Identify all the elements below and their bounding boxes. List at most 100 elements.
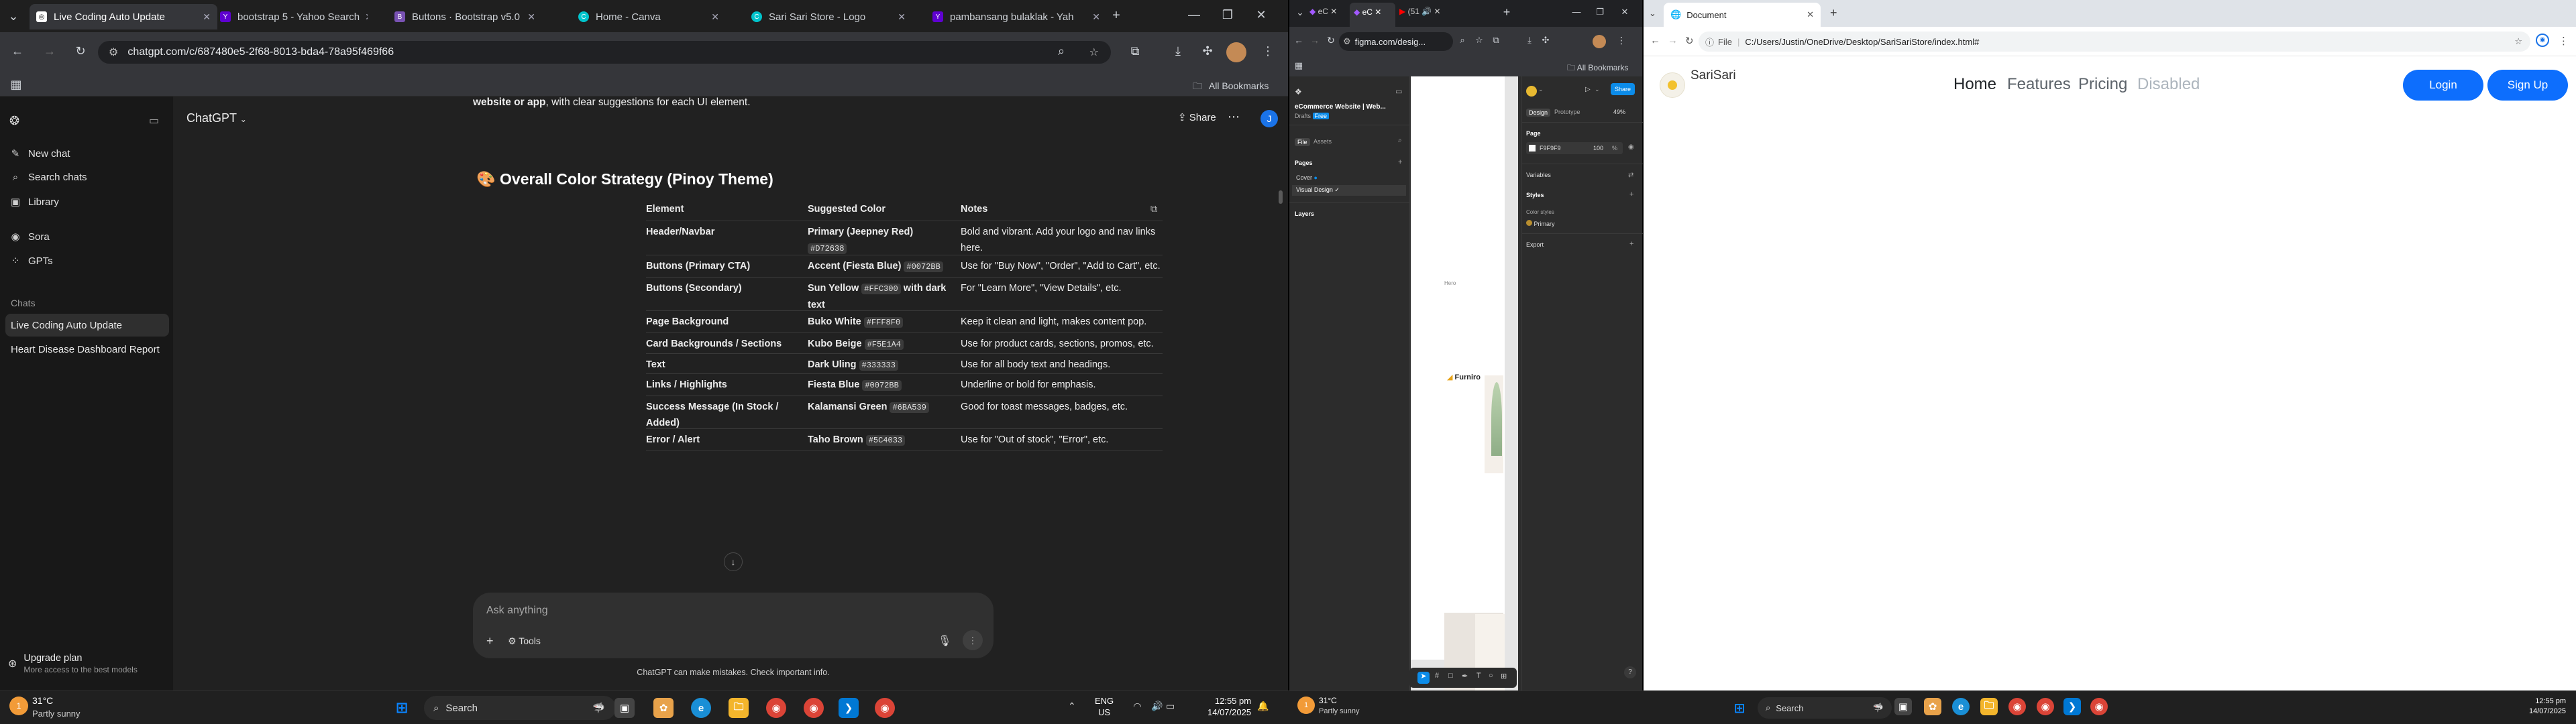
add-style-icon[interactable]: + xyxy=(1629,190,1633,198)
taskbar-search[interactable]: ⌕ Search 🦈 xyxy=(1758,697,1892,719)
page-color-field[interactable]: F9F9F9 100 % xyxy=(1526,142,1623,154)
windows-start-icon[interactable]: ⊞ xyxy=(1729,698,1750,718)
close-tab-icon[interactable]: ✕ xyxy=(360,11,368,23)
new-tab-icon[interactable]: + xyxy=(1830,6,1837,20)
forward-icon[interactable]: → xyxy=(1668,35,1678,46)
weather-icon[interactable]: 1 xyxy=(9,697,28,715)
model-selector[interactable]: ChatGPT ⌄ xyxy=(186,111,247,125)
voice-mode-button[interactable]: ⋮ xyxy=(963,630,983,650)
sidebar-item-sora[interactable]: ◉ Sora xyxy=(9,231,49,243)
chat-history-item[interactable]: Heart Disease Dashboard Report xyxy=(5,338,169,361)
bookmark-star-icon[interactable]: ☆ xyxy=(1089,46,1099,59)
extensions-icon[interactable]: ⧉ xyxy=(1491,35,1501,46)
tab-design[interactable]: Design xyxy=(1526,109,1551,117)
nav-home[interactable]: Home xyxy=(1953,75,1996,94)
battery-icon[interactable]: ▭ xyxy=(1166,701,1175,712)
edge-icon[interactable]: e xyxy=(1952,698,1970,715)
bookmark-star-icon[interactable]: ☆ xyxy=(2514,36,2522,47)
text-tool-icon[interactable]: T xyxy=(1477,672,1481,680)
tools-button[interactable]: ⚙ Tools xyxy=(508,636,541,647)
share-button[interactable]: Share xyxy=(1611,83,1635,95)
tab-sari-sari-logo[interactable]: C Sari Sari Store - Logo ✕ xyxy=(745,4,912,29)
close-window-icon[interactable]: ✕ xyxy=(1253,8,1269,22)
brand-logo[interactable] xyxy=(1660,72,1685,98)
figma-menu-icon[interactable]: ❖ xyxy=(1295,87,1302,97)
sidebar-item-library[interactable]: ▣ Library xyxy=(9,196,59,208)
panel-toggle-icon[interactable]: ▭ xyxy=(1395,87,1402,96)
present-icon[interactable]: ▷ xyxy=(1585,86,1591,93)
comment-tool-icon[interactable]: ○ xyxy=(1489,672,1493,680)
close-tab-icon[interactable]: ✕ xyxy=(522,11,535,23)
tab-bootstrap-buttons[interactable]: B Buttons · Bootstrap v5.0 ✕ xyxy=(388,4,542,29)
address-bar[interactable]: ⚙ chatgpt.com/c/687480e5-2f68-8013-bda4-… xyxy=(98,41,1111,64)
profile-avatar[interactable] xyxy=(1593,35,1606,48)
task-view-icon[interactable]: ▣ xyxy=(1894,698,1912,715)
export-heading[interactable]: Export xyxy=(1526,241,1544,248)
download-icon[interactable]: ⤓ xyxy=(1170,44,1186,58)
download-icon[interactable]: ⤓ xyxy=(1524,35,1535,46)
file-title[interactable]: eCommerce Website | Web... xyxy=(1295,103,1386,111)
tab-youtube[interactable]: ▶ (51 🔊 ✕ xyxy=(1399,7,1441,16)
extension-puzzle-icon[interactable]: ✣ xyxy=(1199,44,1216,58)
zoom-icon[interactable]: ⌕ xyxy=(1053,44,1069,58)
notifications-icon[interactable]: 🔔 xyxy=(1257,701,1269,712)
profile-avatar[interactable]: ◉ xyxy=(2536,34,2549,47)
sidebar-item-search-chats[interactable]: ⌕ Search chats xyxy=(9,172,87,183)
new-tab-icon[interactable]: + xyxy=(1501,5,1512,19)
profile-avatar[interactable] xyxy=(1226,42,1246,62)
tab-search-icon[interactable]: ⌄ xyxy=(1295,7,1305,18)
zoom-level[interactable]: 49% xyxy=(1613,109,1625,115)
copilot-icon[interactable]: ✿ xyxy=(653,698,674,718)
close-tab-icon[interactable]: ✕ xyxy=(892,11,906,23)
page-item-active[interactable]: Visual Design ✓ xyxy=(1292,185,1406,196)
tab-search-icon[interactable]: ⌄ xyxy=(7,9,20,23)
browser-menu-icon[interactable]: ⋮ xyxy=(2559,35,2569,47)
collaborator-avatar[interactable] xyxy=(1526,86,1537,97)
nav-features[interactable]: Features xyxy=(2007,75,2071,94)
back-icon[interactable]: ← xyxy=(1650,35,1660,46)
weather-temp[interactable]: 31°C xyxy=(32,695,53,706)
new-tab-icon[interactable]: + xyxy=(1108,8,1124,23)
tab-pambansang-bulaklak[interactable]: Y pambansang bulaklak - Yah ✕ xyxy=(926,4,1107,29)
vscode-icon[interactable]: ❯ xyxy=(2063,698,2081,715)
wifi-icon[interactable]: ◜◝ xyxy=(1134,701,1141,712)
address-bar[interactable]: ⚙ figma.com/desig... xyxy=(1339,32,1453,51)
extension-puzzle-icon[interactable]: ✣ xyxy=(1540,35,1551,46)
share-button[interactable]: ⇪ Share xyxy=(1178,111,1216,123)
search-icon[interactable]: ⌕ xyxy=(1398,137,1402,144)
add-attachment-icon[interactable]: + xyxy=(486,634,494,648)
close-window-icon[interactable]: ✕ xyxy=(1619,7,1630,17)
style-primary[interactable]: Primary xyxy=(1526,220,1555,227)
minimize-icon[interactable]: — xyxy=(1186,8,1202,22)
tab-figma-1[interactable]: ◆ eC ✕ xyxy=(1309,7,1337,16)
reload-icon[interactable]: ↻ xyxy=(1326,35,1336,46)
microphone-icon[interactable]: 🎙 xyxy=(938,634,951,648)
forward-icon[interactable]: → xyxy=(1309,35,1320,46)
move-tool-icon[interactable]: ➤ xyxy=(1417,672,1430,684)
upgrade-plan[interactable]: ⊛ Upgrade plan More access to the best m… xyxy=(8,653,138,674)
variables-heading[interactable]: Variables xyxy=(1526,172,1551,178)
chrome-icon[interactable]: ◉ xyxy=(766,698,786,718)
signup-button[interactable]: Sign Up xyxy=(2487,70,2568,101)
user-avatar[interactable]: J xyxy=(1260,110,1278,127)
clock[interactable]: 12:55 pm 14/07/2025 xyxy=(2529,697,2566,717)
chrome-alt-icon[interactable]: ◉ xyxy=(2090,698,2108,715)
sidebar-item-new-chat[interactable]: ✎ New chat xyxy=(9,147,70,160)
close-tab-icon[interactable]: ✕ xyxy=(1807,9,1814,20)
brand-name[interactable]: SariSari xyxy=(1690,68,1736,83)
language-indicator[interactable]: ENG US xyxy=(1095,695,1114,718)
tab-prototype[interactable]: Prototype xyxy=(1554,109,1580,115)
scrollbar-thumb[interactable] xyxy=(1279,190,1283,204)
vscode-icon[interactable]: ❯ xyxy=(839,698,859,718)
figma-canvas[interactable]: Hero ◢ Furniro ➤ # □ ✒ T ○ ⊞ xyxy=(1409,76,1518,724)
copilot-icon[interactable]: ✿ xyxy=(1924,698,1941,715)
nav-pricing[interactable]: Pricing xyxy=(2078,75,2127,94)
zoom-icon[interactable]: ⌕ xyxy=(1457,35,1468,46)
extensions-icon[interactable]: ⧉ xyxy=(1127,44,1143,58)
clock[interactable]: 12:55 pm 14/07/2025 xyxy=(1208,695,1251,718)
prompt-input[interactable]: Ask anything xyxy=(486,605,548,617)
browser-menu-icon[interactable]: ⋮ xyxy=(1617,35,1626,46)
add-export-icon[interactable]: + xyxy=(1629,240,1633,248)
weather-temp[interactable]: 31°C xyxy=(1319,696,1337,705)
file-explorer-icon[interactable]: 🗀 xyxy=(1980,698,1998,715)
